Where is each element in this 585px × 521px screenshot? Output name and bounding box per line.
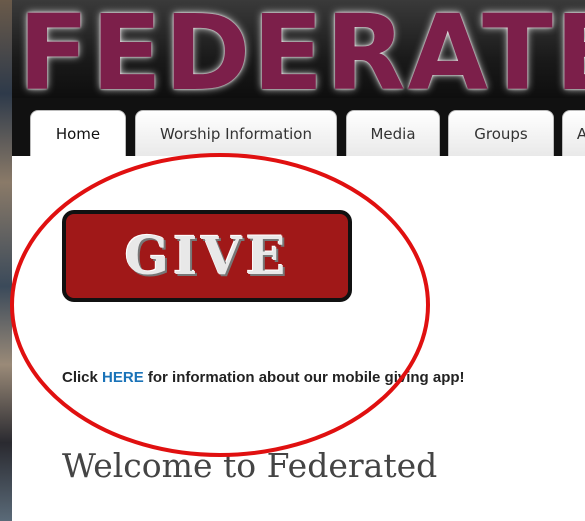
tab-groups[interactable]: Groups [448,110,554,156]
tab-more[interactable]: A [562,110,585,156]
site-banner: FEDERATED [12,0,585,98]
annotation-ellipse-stroke [10,153,430,457]
main-nav-tabs: Home Worship Information Media Groups A [12,98,585,156]
red-circle-annotation [10,153,430,457]
site-logo-title: FEDERATED [18,0,585,98]
